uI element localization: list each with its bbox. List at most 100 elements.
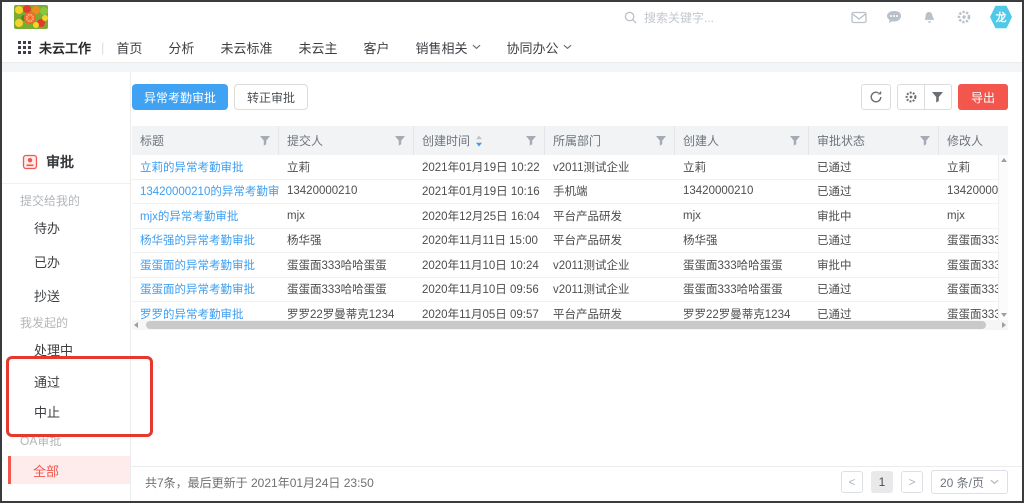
nav-divider: |	[101, 40, 104, 55]
cell-status: 审批中	[809, 208, 939, 224]
column-header-creator[interactable]: 创建人	[675, 126, 809, 155]
page-size-select[interactable]: 20 条/页	[931, 470, 1008, 494]
filter-icon[interactable]	[920, 136, 930, 146]
cell-title[interactable]: 蛋蛋面的异常考勤审批	[132, 257, 279, 273]
column-header-modifier[interactable]: 修改人	[939, 126, 1008, 155]
sidebar-item-processing[interactable]: 处理中	[34, 340, 73, 359]
table-row: mjx的异常考勤审批mjx2020年12月25日 16:04平台产品研发mjx审…	[132, 204, 1008, 229]
table-body: 立莉的异常考勤审批立莉2021年01月19日 10:22v2011测试企业立莉已…	[132, 155, 1008, 327]
column-label: 所属部门	[553, 132, 601, 149]
bell-icon[interactable]	[920, 8, 938, 26]
cell-title[interactable]: 立莉的异常考勤审批	[132, 159, 279, 175]
sidebar-item-cc[interactable]: 抄送	[34, 286, 60, 305]
cell-creator: 杨华强	[675, 232, 809, 248]
current-page-button[interactable]: 1	[871, 471, 893, 493]
scroll-right-arrow[interactable]	[1002, 322, 1006, 328]
nav-item-main[interactable]: 未云主	[298, 38, 337, 57]
cell-submitter: 杨华强	[279, 232, 414, 248]
workspace-name[interactable]: 未云工作	[39, 38, 91, 57]
sidebar-item-done[interactable]: 已办	[34, 252, 60, 271]
nav-item-collaboration[interactable]: 协同办公	[507, 38, 572, 57]
column-header-status[interactable]: 审批状态	[809, 126, 939, 155]
sidebar-item-aborted[interactable]: 中止	[34, 402, 60, 421]
search-placeholder: 搜索关键字...	[644, 9, 714, 26]
table-row: 蛋蛋面的异常考勤审批蛋蛋面333哈哈蛋蛋2020年11月10日 09:56v20…	[132, 278, 1008, 303]
gear-icon	[904, 90, 918, 104]
main-navbar: 未云工作 | 首页 分析 未云标准 未云主 客户 销售相关 协同办公	[2, 32, 1022, 63]
nav-item-standard[interactable]: 未云标准	[220, 38, 272, 57]
chevron-down-icon	[990, 479, 999, 485]
refresh-button[interactable]	[861, 84, 891, 110]
record-summary: 共7条，最后更新于 2021年01月24日 23:50	[145, 474, 374, 491]
column-header-created[interactable]: 创建时间	[414, 126, 545, 155]
cell-created: 2020年11月10日 10:24	[414, 257, 545, 273]
filter-icon[interactable]	[526, 136, 536, 146]
apps-grid-icon[interactable]	[18, 41, 31, 54]
table-settings-group	[897, 84, 952, 110]
cell-submitter: 13420000210	[279, 185, 414, 197]
sort-icon[interactable]	[475, 135, 483, 147]
filter-icon[interactable]	[260, 136, 270, 146]
sidebar-title-label: 审批	[46, 152, 74, 172]
scroll-left-arrow[interactable]	[134, 322, 138, 328]
column-header-title[interactable]: 标题	[132, 126, 279, 155]
cell-title[interactable]: mjx的异常考勤审批	[132, 208, 279, 224]
mail-icon[interactable]	[850, 8, 868, 26]
tab-regularization[interactable]: 转正审批	[234, 84, 308, 110]
page-background-strip	[2, 63, 1022, 72]
prev-page-button[interactable]: <	[841, 471, 863, 493]
vertical-scrollbar[interactable]	[998, 155, 1008, 320]
sidebar-item-all-active[interactable]: 全部	[8, 456, 130, 484]
cell-submitter: mjx	[279, 210, 414, 222]
sidebar-title: 审批	[22, 152, 74, 172]
table-header: 标题提交人创建时间所属部门 创建人审批状态修改人	[132, 126, 1008, 155]
column-header-submitter[interactable]: 提交人	[279, 126, 414, 155]
nav-item-label: 销售相关	[415, 38, 467, 57]
chevron-down-icon	[563, 44, 572, 50]
cell-title[interactable]: 13420000210的异常考勤审批	[132, 183, 279, 199]
sidebar-group-submitted: 提交给我的	[20, 192, 80, 209]
filter-icon[interactable]	[790, 136, 800, 146]
cell-title[interactable]: 蛋蛋面的异常考勤审批	[132, 281, 279, 297]
scroll-up-arrow[interactable]	[1001, 158, 1007, 162]
table-row: 13420000210的异常考勤审批134200002102021年01月19日…	[132, 180, 1008, 205]
app-logo[interactable]	[14, 5, 48, 29]
sidebar-item-passed[interactable]: 通过	[34, 372, 60, 391]
cell-created: 2021年01月19日 10:16	[414, 183, 545, 199]
filter-button[interactable]	[924, 85, 951, 109]
cell-status: 已通过	[809, 159, 939, 175]
next-page-button[interactable]: >	[901, 471, 923, 493]
cell-status: 已通过	[809, 281, 939, 297]
export-button[interactable]: 导出	[958, 84, 1008, 110]
chat-icon[interactable]	[885, 8, 903, 26]
nav-item-label: 协同办公	[507, 38, 559, 57]
sidebar-group-initiated: 我发起的	[20, 314, 68, 331]
horizontal-scrollbar[interactable]	[132, 320, 1008, 330]
horizontal-scroll-thumb[interactable]	[146, 321, 986, 329]
filter-icon[interactable]	[656, 136, 666, 146]
column-header-department[interactable]: 所属部门	[545, 126, 675, 155]
nav-item-customer[interactable]: 客户	[363, 38, 389, 57]
sidebar-divider	[2, 183, 130, 184]
column-settings-button[interactable]	[898, 85, 924, 109]
user-avatar[interactable]: 龙	[990, 5, 1012, 29]
approval-stamp-icon	[22, 154, 38, 170]
cell-creator: 蛋蛋面333哈哈蛋蛋	[675, 281, 809, 297]
tab-abnormal-attendance[interactable]: 异常考勤审批	[132, 84, 228, 110]
chevron-down-icon	[472, 44, 481, 50]
nav-item-sales[interactable]: 销售相关	[415, 38, 480, 57]
gear-icon[interactable]	[955, 8, 973, 26]
sidebar-item-todo[interactable]: 待办	[34, 218, 60, 237]
global-search[interactable]: 搜索关键字...	[624, 2, 714, 32]
nav-item-home[interactable]: 首页	[116, 38, 142, 57]
cell-creator: mjx	[675, 210, 809, 222]
nav-item-analysis[interactable]: 分析	[168, 38, 194, 57]
filter-icon	[932, 92, 943, 103]
cell-department: 平台产品研发	[545, 232, 675, 248]
cell-department: v2011测试企业	[545, 281, 675, 297]
filter-icon[interactable]	[395, 136, 405, 146]
cell-title[interactable]: 杨华强的异常考勤审批	[132, 232, 279, 248]
topbar: 搜索关键字...	[2, 2, 1022, 33]
scroll-down-arrow[interactable]	[1001, 313, 1007, 317]
cell-submitter: 立莉	[279, 159, 414, 175]
